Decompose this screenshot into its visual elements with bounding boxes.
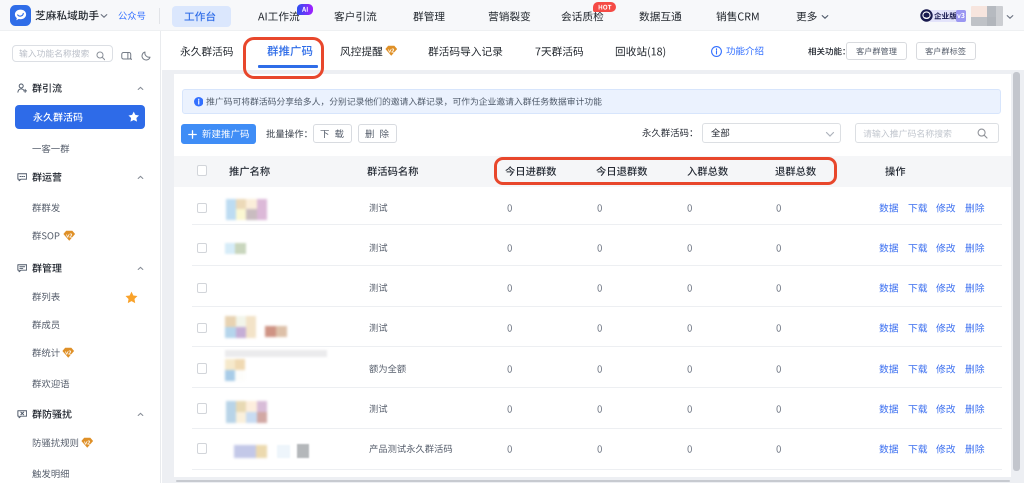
svg-text:v2: v2 (84, 440, 90, 446)
svg-text:v2: v2 (65, 351, 71, 357)
svg-text:v2: v2 (66, 234, 72, 240)
svg-text:v2: v2 (388, 49, 394, 55)
